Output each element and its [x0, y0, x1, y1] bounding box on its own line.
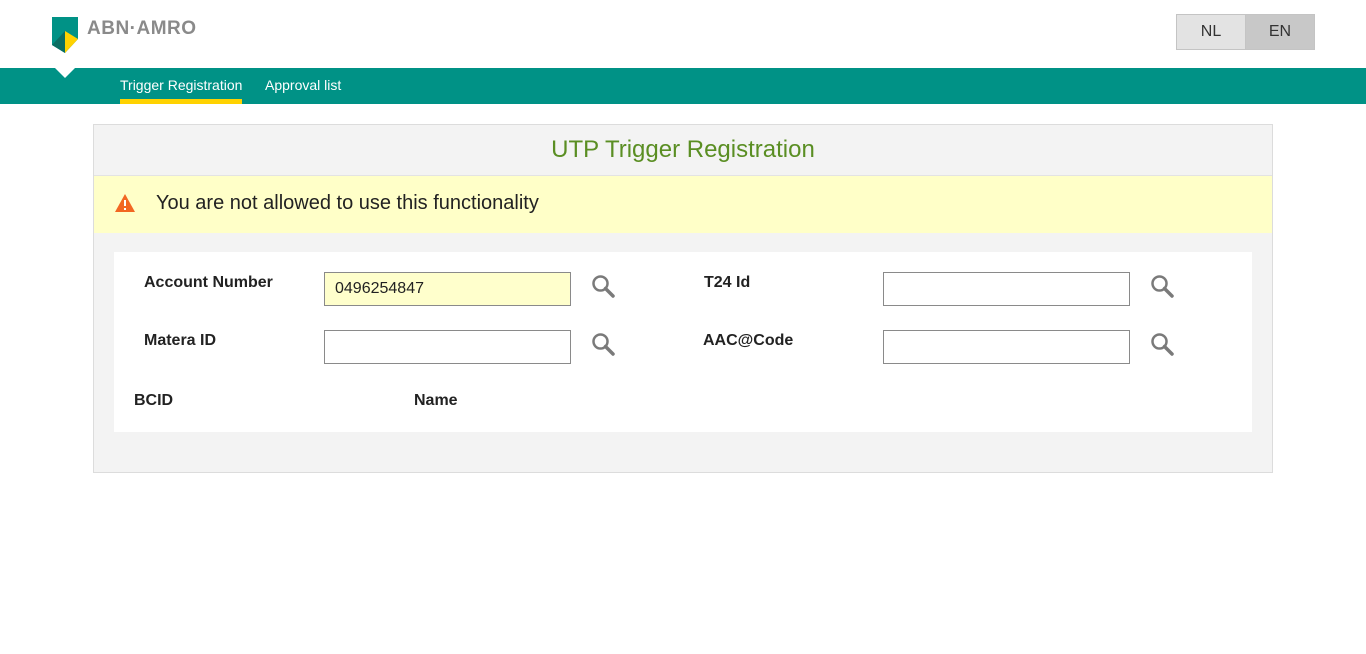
- language-nl-button[interactable]: NL: [1177, 15, 1245, 49]
- matera-id-search-icon[interactable]: [591, 332, 615, 356]
- aac-code-input[interactable]: [883, 330, 1130, 364]
- alert-message: You are not allowed to use this function…: [156, 192, 539, 214]
- bcid-label: BCID: [134, 392, 174, 409]
- language-switcher: NL EN: [1176, 14, 1315, 50]
- account-number-label: Account Number: [144, 274, 273, 291]
- language-en-button[interactable]: EN: [1245, 15, 1314, 49]
- search-form: Account Number 0496254847 T24 Id Matera …: [114, 252, 1252, 432]
- top-header: ABN·AMRO NL EN: [0, 0, 1366, 68]
- aac-code-label: AAC@Code: [703, 332, 794, 349]
- nav-caret-icon: [55, 68, 75, 78]
- tab-approval-list[interactable]: Approval list: [265, 68, 341, 104]
- name-label: Name: [414, 392, 458, 409]
- t24-id-input[interactable]: [883, 272, 1130, 306]
- aac-code-search-icon[interactable]: [1150, 332, 1174, 356]
- page-title: UTP Trigger Registration: [94, 125, 1272, 176]
- registration-panel: UTP Trigger Registration You are not all…: [93, 124, 1273, 473]
- brand-name: ABN·AMRO: [87, 18, 197, 39]
- abn-amro-logo[interactable]: ABN·AMRO: [52, 17, 197, 53]
- permission-alert: You are not allowed to use this function…: [94, 176, 1272, 233]
- t24-id-label: T24 Id: [704, 274, 751, 291]
- account-number-search-icon[interactable]: [591, 274, 615, 298]
- warning-icon: [115, 194, 135, 212]
- matera-id-input[interactable]: [324, 330, 571, 364]
- matera-id-label: Matera ID: [144, 332, 217, 349]
- main-navigation: Trigger Registration Approval list: [0, 68, 1366, 104]
- account-number-input[interactable]: 0496254847: [324, 272, 571, 306]
- t24-id-search-icon[interactable]: [1150, 274, 1174, 298]
- tab-trigger-registration[interactable]: Trigger Registration: [120, 68, 243, 104]
- shield-logo-icon: [52, 17, 78, 53]
